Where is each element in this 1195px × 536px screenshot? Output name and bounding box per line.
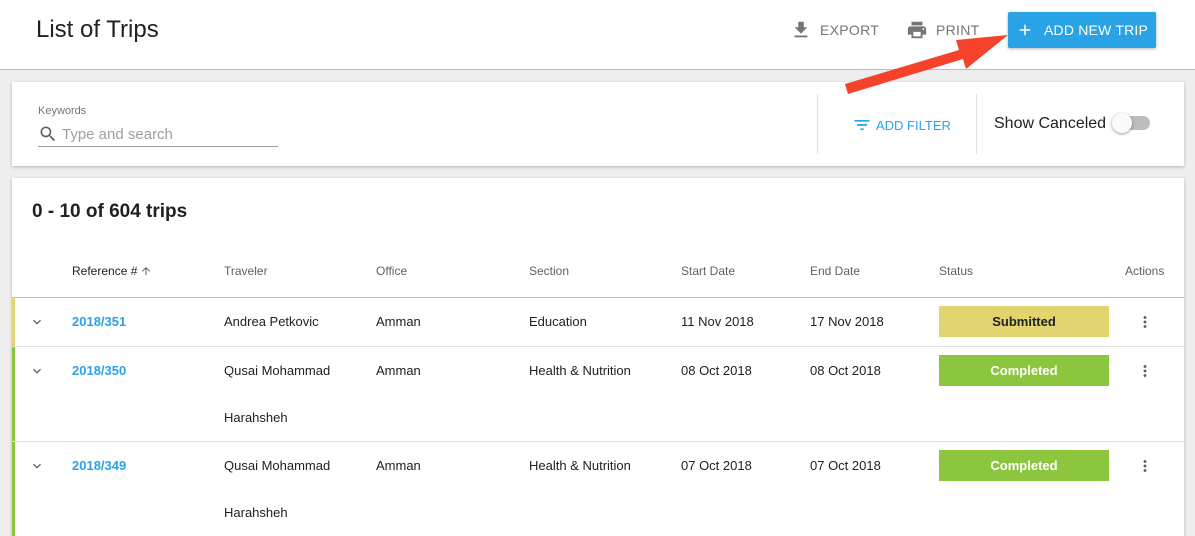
table-row: 2018/349 Qusai Mohammad Harahsheh Amman …: [12, 442, 1184, 536]
add-new-trip-label: ADD NEW TRIP: [1043, 22, 1149, 38]
status-indicator-bar: [12, 347, 15, 441]
column-header-end-date: End Date: [810, 264, 861, 278]
status-badge: Submitted: [939, 306, 1109, 337]
column-header-actions: Actions: [1125, 264, 1165, 278]
download-icon: [794, 21, 808, 38]
results-count: 0 - 10 of 604 trips: [32, 201, 188, 222]
more-vertical-icon[interactable]: [1136, 362, 1154, 380]
arrow-up-icon: [142, 267, 151, 275]
reference-link[interactable]: 2018/351: [72, 314, 126, 329]
plus-icon: [1019, 24, 1031, 36]
search-input[interactable]: [62, 125, 272, 143]
search-icon: [40, 126, 56, 142]
printer-icon: [907, 21, 927, 39]
print-label: PRINT: [936, 22, 980, 38]
end-date-cell: 08 Oct 2018: [810, 363, 881, 378]
start-date-cell: 11 Nov 2018: [681, 314, 754, 329]
section-cell: Health & Nutrition: [529, 363, 631, 378]
more-vertical-icon[interactable]: [1136, 457, 1154, 475]
end-date-cell: 17 Nov 2018: [810, 314, 884, 329]
top-bar: List of Trips EXPORT PRINT ADD NEW TRIP: [0, 0, 1195, 70]
add-new-trip-button[interactable]: ADD NEW TRIP: [1008, 12, 1156, 48]
export-label: EXPORT: [820, 22, 880, 38]
show-canceled-label: Show Canceled: [994, 115, 1107, 132]
start-date-cell: 08 Oct 2018: [681, 363, 752, 378]
keywords-label: Keywords: [38, 105, 87, 117]
chevron-down-icon[interactable]: [29, 314, 45, 330]
reference-link[interactable]: 2018/349: [72, 458, 126, 473]
show-canceled-toggle[interactable]: [1112, 113, 1150, 133]
status-indicator-bar: [12, 298, 15, 346]
office-cell: Amman: [376, 363, 421, 378]
column-header-label: Reference #: [72, 264, 138, 278]
toggle-knob: [1112, 113, 1132, 133]
status-badge: Completed: [939, 355, 1109, 386]
office-cell: Amman: [376, 314, 421, 329]
table-row: 2018/350 Qusai Mohammad Harahsheh Amman …: [12, 347, 1184, 442]
chevron-down-icon[interactable]: [29, 363, 45, 379]
section-cell: Education: [529, 314, 587, 329]
search-field: [38, 122, 278, 147]
traveler-cell: Qusai Mohammad Harahsheh: [224, 363, 331, 425]
office-cell: Amman: [376, 458, 421, 473]
traveler-cell: Andrea Petkovic: [224, 314, 319, 329]
chevron-down-icon[interactable]: [29, 458, 45, 474]
start-date-cell: 07 Oct 2018: [681, 458, 752, 473]
add-filter-label: ADD FILTER: [876, 117, 951, 133]
status-badge: Completed: [939, 450, 1109, 481]
divider: [817, 94, 818, 154]
table-row: 2018/351 Andrea Petkovic Amman Education…: [12, 298, 1184, 347]
filter-icon: [854, 120, 870, 130]
filter-panel: Keywords ADD FILTER Show Canceled: [12, 82, 1184, 166]
column-header-status: Status: [939, 264, 974, 278]
end-date-cell: 07 Oct 2018: [810, 458, 881, 473]
add-filter-button[interactable]: ADD FILTER: [852, 115, 951, 135]
column-header-reference[interactable]: Reference #: [72, 264, 152, 278]
reference-link[interactable]: 2018/350: [72, 363, 126, 378]
column-header-start-date: Start Date: [681, 264, 736, 278]
page-title: List of Trips: [36, 16, 159, 43]
divider: [976, 94, 977, 154]
section-cell: Health & Nutrition: [529, 458, 631, 473]
status-indicator-bar: [12, 442, 15, 536]
trips-list: 0 - 10 of 604 trips Reference # Traveler…: [12, 178, 1184, 536]
column-header-office: Office: [376, 264, 408, 278]
column-header-traveler: Traveler: [224, 264, 268, 278]
more-vertical-icon[interactable]: [1136, 313, 1154, 331]
column-header-section: Section: [529, 264, 570, 278]
export-button[interactable]: EXPORT: [790, 18, 879, 42]
traveler-cell: Qusai Mohammad Harahsheh: [224, 458, 331, 520]
print-button[interactable]: PRINT: [906, 18, 980, 42]
